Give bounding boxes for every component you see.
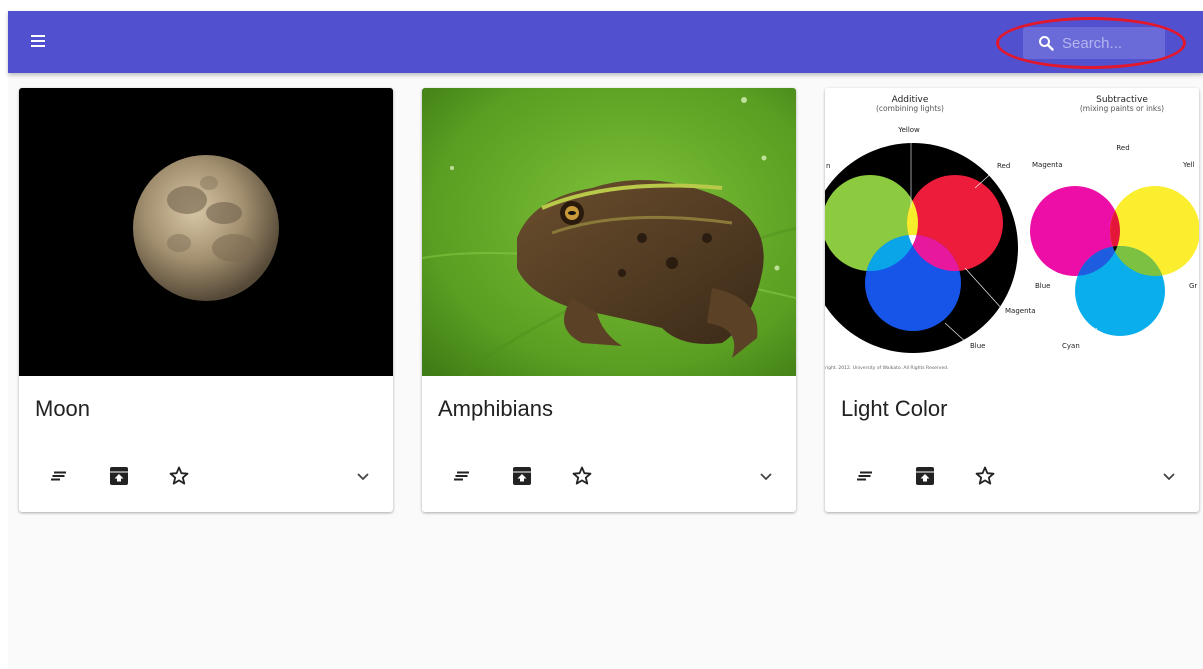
- chevron-down-icon[interactable]: [754, 464, 778, 488]
- archive-icon[interactable]: [510, 464, 534, 488]
- archive-icon[interactable]: [107, 464, 131, 488]
- label-green-partial: n: [826, 162, 830, 170]
- label-yellow: Yellow: [897, 126, 920, 134]
- card-moon: Moon: [19, 88, 393, 512]
- card-actions: [825, 460, 1199, 492]
- label-blue: Blue: [970, 342, 986, 350]
- chevron-down-icon[interactable]: [351, 464, 375, 488]
- card-actions: [422, 460, 796, 492]
- star-outline-icon[interactable]: [167, 464, 191, 488]
- color-mixing-diagram[interactable]: Additive (combining lights) Subtractive …: [825, 88, 1199, 376]
- card-light-color: Additive (combining lights) Subtractive …: [825, 88, 1199, 512]
- search-box[interactable]: [1023, 27, 1165, 59]
- notes-icon[interactable]: [450, 464, 474, 488]
- card-title: Moon: [35, 396, 91, 421]
- label-green-subtractive: Gr: [1189, 282, 1197, 290]
- star-outline-icon[interactable]: [973, 464, 997, 488]
- page-background: Moon: [8, 11, 1203, 669]
- label-magenta-subtractive: Magenta: [1032, 161, 1063, 169]
- notes-icon[interactable]: [853, 464, 877, 488]
- notes-icon[interactable]: [47, 464, 71, 488]
- label-red: Red: [997, 162, 1010, 170]
- app-bar: [8, 11, 1203, 73]
- star-outline-icon[interactable]: [570, 464, 594, 488]
- label-blue-subtractive: Blue: [1035, 282, 1051, 290]
- search-icon: [1039, 36, 1054, 51]
- label-yellow-subtractive: Yell: [1182, 161, 1195, 169]
- chevron-down-icon[interactable]: [1157, 464, 1181, 488]
- menu-icon[interactable]: [28, 30, 52, 54]
- label-magenta: Magenta: [1005, 307, 1036, 315]
- card-title: Amphibians: [438, 396, 553, 421]
- card-actions: [19, 460, 393, 492]
- card-amphibians: Amphibians: [422, 88, 796, 512]
- additive-subtitle: (combining lights): [876, 104, 944, 113]
- archive-icon[interactable]: [913, 464, 937, 488]
- search-input[interactable]: [1062, 34, 1157, 52]
- label-red-subtractive: Red: [1116, 144, 1129, 152]
- subtractive-subtitle: (mixing paints or inks): [1080, 104, 1164, 113]
- copyright-text: right. 2012. University of Waikato. All …: [825, 365, 948, 371]
- frog-photo[interactable]: [422, 88, 796, 378]
- label-cyan: Cyan: [1062, 342, 1080, 350]
- moon-photo[interactable]: [19, 88, 393, 376]
- card-title: Light Color: [841, 396, 948, 421]
